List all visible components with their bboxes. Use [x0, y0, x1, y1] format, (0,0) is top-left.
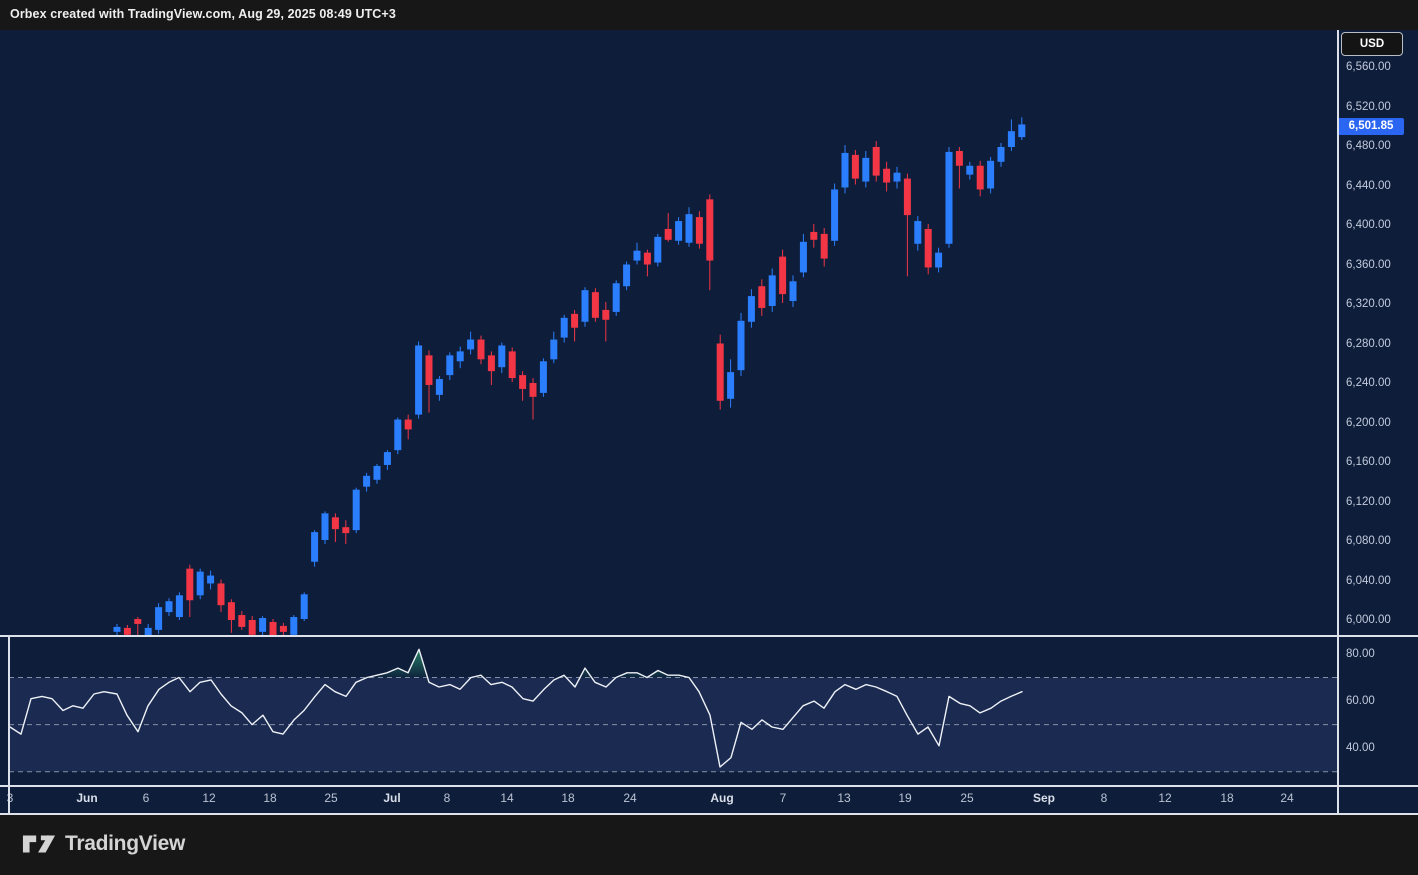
time-axis-label-18: 18	[561, 791, 574, 805]
price-axis-border[interactable]	[1337, 30, 1339, 814]
price-axis-label: 6,280.00	[1346, 337, 1391, 351]
time-axis-label-25: 25	[324, 791, 337, 805]
price-axis-label: 6,320.00	[1346, 297, 1391, 311]
time-axis-label-12: 12	[202, 791, 215, 805]
price-axis-label: 6,360.00	[1346, 258, 1391, 272]
time-axis-label-18: 18	[1220, 791, 1233, 805]
pane-separator-bottom[interactable]	[0, 785, 1418, 787]
price-axis-label: 6,200.00	[1346, 416, 1391, 430]
pane-separator-top[interactable]	[0, 635, 1418, 637]
last-price-badge: 6,501.85	[1338, 118, 1404, 135]
time-axis-label-13: 13	[837, 791, 850, 805]
candlestick-chart-panes[interactable]	[0, 30, 1337, 815]
footer-bar: TradingView	[0, 814, 1418, 875]
price-pane-bg	[0, 30, 1337, 636]
price-axis-label: 6,080.00	[1346, 534, 1391, 548]
time-axis-label-25: 25	[960, 791, 973, 805]
time-axis-label-jun: Jun	[76, 791, 97, 805]
time-axis-label-6: 6	[143, 791, 150, 805]
time-axis-label-24: 24	[623, 791, 636, 805]
price-axis-label: 6,040.00	[1346, 574, 1391, 588]
rsi-axis-label: 60.00	[1346, 694, 1375, 708]
currency-toggle-button[interactable]: USD	[1341, 32, 1403, 56]
price-axis-label: 6,160.00	[1346, 455, 1391, 469]
rsi-axis-label: 40.00	[1346, 741, 1375, 755]
time-axis-label-19: 19	[898, 791, 911, 805]
rsi-axis-label: 80.00	[1346, 647, 1375, 661]
price-axis-label: 6,480.00	[1346, 139, 1391, 153]
price-axis-label: 6,440.00	[1346, 179, 1391, 193]
time-axis-border	[0, 813, 1418, 815]
price-axis-label: 6,400.00	[1346, 218, 1391, 232]
time-axis-label-sep: Sep	[1033, 791, 1055, 805]
time-axis-label-18: 18	[263, 791, 276, 805]
time-axis-label-8: 8	[1101, 791, 1108, 805]
time-axis-label-14: 14	[500, 791, 513, 805]
watermark-text: Orbex created with TradingView.com, Aug …	[10, 7, 396, 21]
price-axis[interactable]: USD 6,560.00 6,520.00 6,480.00 6,440.00 6,40…	[1337, 30, 1418, 814]
rsi-pane-left-border	[8, 635, 10, 814]
tradingview-logo[interactable]: TradingView	[22, 830, 185, 858]
tradingview-logo-icon	[22, 830, 56, 858]
price-axis-label: 6,120.00	[1346, 495, 1391, 509]
time-axis-label-7: 7	[780, 791, 787, 805]
time-axis-label-aug: Aug	[710, 791, 733, 805]
time-axis-label-8: 8	[444, 791, 451, 805]
tradingview-chart-screen: Orbex created with TradingView.com, Aug …	[0, 0, 1418, 875]
watermark-bar: Orbex created with TradingView.com, Aug …	[0, 0, 1418, 30]
price-axis-label: 6,000.00	[1346, 613, 1391, 627]
time-axis[interactable]: 3Jun6121825Jul8141824Aug7131925Sep812182…	[0, 786, 1337, 813]
price-axis-label: 6,240.00	[1346, 376, 1391, 390]
time-axis-label-12: 12	[1158, 791, 1171, 805]
tradingview-brand-text: TradingView	[65, 832, 185, 856]
time-axis-label-24: 24	[1280, 791, 1293, 805]
price-axis-label: 6,560.00	[1346, 60, 1391, 74]
time-axis-label-jul: Jul	[383, 791, 400, 805]
price-axis-label: 6,520.00	[1346, 100, 1391, 114]
